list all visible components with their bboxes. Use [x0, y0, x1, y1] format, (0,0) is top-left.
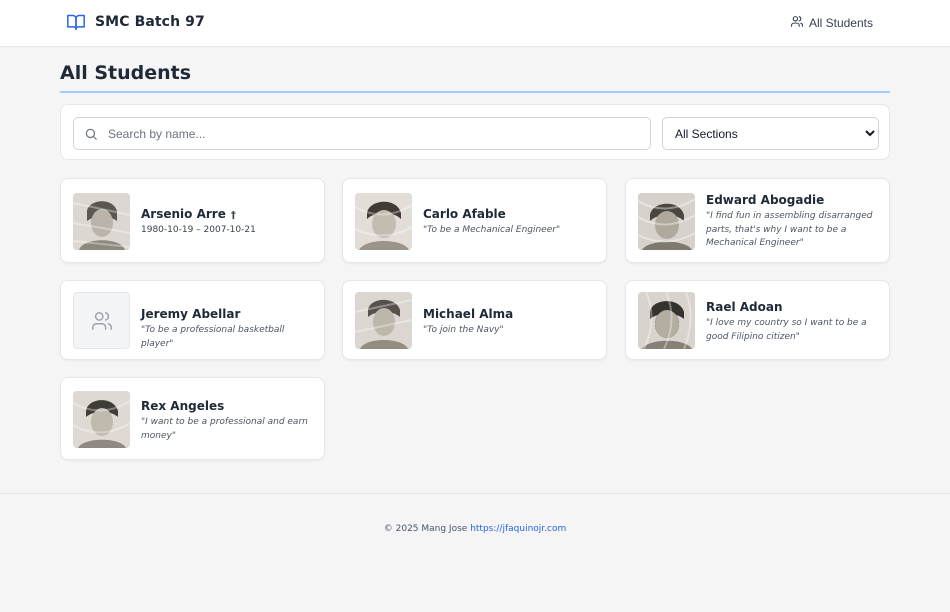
search-input[interactable] — [108, 118, 646, 149]
student-dates: 1980-10-19 – 2007-10-21 — [141, 225, 256, 235]
student-name: Arsenio Arre † — [141, 207, 236, 221]
student-card[interactable]: Arsenio Arre † 1980-10-19 – 2007-10-21 — [60, 178, 325, 263]
student-info: Arsenio Arre † 1980-10-19 – 2007-10-21 — [141, 207, 314, 235]
student-name: Jeremy Abellar — [141, 307, 241, 321]
student-info: Rael Adoan "I love my country so I want … — [706, 300, 879, 344]
top-navbar: SMC Batch 97 All Students — [0, 0, 950, 47]
title-divider — [60, 91, 890, 93]
student-photo — [73, 193, 130, 250]
student-name: Edward Abogadie — [706, 193, 825, 207]
footer-copyright: © 2025 Mang Jose — [383, 524, 468, 534]
student-card[interactable]: Jeremy Abellar "To be a professional bas… — [60, 280, 325, 360]
student-card[interactable]: Rex Angeles "I want to be a professional… — [60, 377, 325, 460]
page-title: All Students — [60, 62, 192, 84]
search-box — [73, 117, 651, 150]
student-photo — [638, 193, 695, 250]
student-photo — [638, 292, 695, 349]
student-card[interactable]: Rael Adoan "I love my country so I want … — [625, 280, 890, 360]
student-name: Rex Angeles — [141, 399, 225, 413]
brand-title: SMC Batch 97 — [95, 14, 205, 30]
student-quote: "I want to be a professional and earn mo… — [141, 417, 308, 441]
student-quote: "I find fun in assembling disarranged pa… — [706, 211, 873, 248]
student-info: Michael Alma "To join the Navy" — [423, 307, 596, 338]
student-quote: "To be a professional basketball player" — [141, 325, 285, 349]
student-info: Carlo Afable "To be a Mechanical Enginee… — [423, 207, 596, 238]
footer-text: © 2025 Mang Jose https://jfaquinojr.com — [0, 524, 950, 534]
student-name: Rael Adoan — [706, 300, 783, 314]
footer-website-link[interactable]: https://jfaquinojr.com — [470, 524, 566, 534]
brand-link[interactable]: SMC Batch 97 — [66, 13, 205, 31]
student-card[interactable]: Michael Alma "To join the Navy" — [342, 280, 607, 360]
student-name: Michael Alma — [423, 307, 514, 321]
student-info: Jeremy Abellar "To be a professional bas… — [141, 307, 314, 351]
student-info: Rex Angeles "I want to be a professional… — [141, 399, 314, 443]
student-quote: "I love my country so I want to be a goo… — [706, 318, 867, 342]
student-photo — [73, 391, 130, 448]
nav-link-label: All Students — [808, 16, 873, 30]
footer: © 2025 Mang Jose https://jfaquinojr.com — [0, 493, 950, 612]
nav-all-students-link[interactable]: All Students — [790, 15, 873, 31]
users-icon — [790, 15, 804, 31]
student-card[interactable]: Carlo Afable "To be a Mechanical Enginee… — [342, 178, 607, 263]
student-quote: "To be a Mechanical Engineer" — [423, 225, 561, 235]
section-filter-select[interactable]: All Sections — [662, 117, 879, 150]
deceased-cross-icon: † — [230, 210, 236, 221]
student-photo-placeholder — [73, 292, 130, 349]
student-card[interactable]: Edward Abogadie "I find fun in assemblin… — [625, 178, 890, 263]
users-icon — [91, 310, 113, 332]
student-photo — [355, 193, 412, 250]
student-info: Edward Abogadie "I find fun in assemblin… — [706, 193, 879, 251]
student-quote: "To join the Navy" — [423, 325, 504, 335]
book-open-icon — [66, 13, 86, 31]
student-photo — [355, 292, 412, 349]
student-name: Carlo Afable — [423, 207, 506, 221]
filter-panel: All Sections — [60, 104, 890, 160]
